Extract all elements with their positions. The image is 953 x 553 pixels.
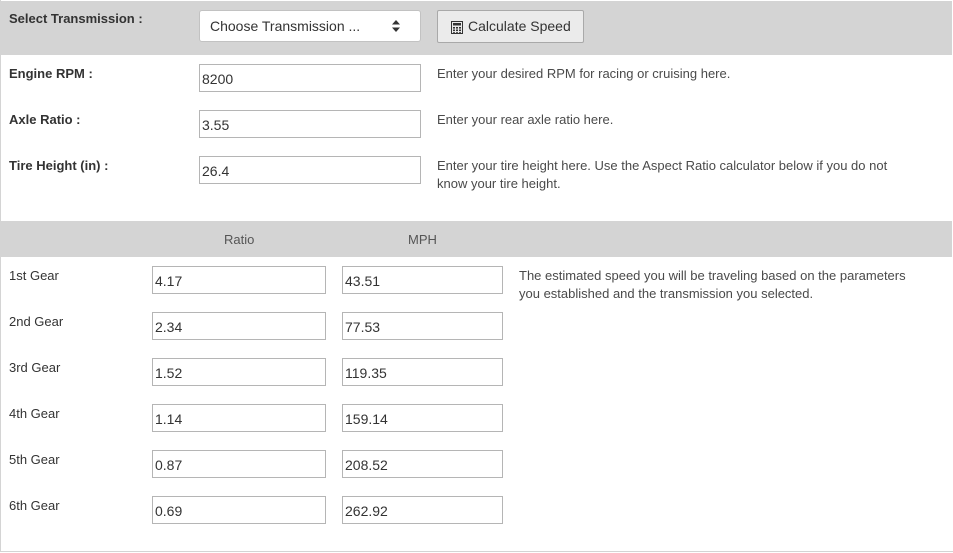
- axle-ratio-input[interactable]: [199, 110, 421, 138]
- tire-height-input[interactable]: [199, 156, 421, 184]
- gear-mph-input[interactable]: [342, 266, 503, 294]
- gear-mph-input[interactable]: [342, 496, 503, 524]
- gear-ratio-input[interactable]: [152, 496, 326, 524]
- tire-height-help-line1: Enter your tire height here. Use the Asp…: [437, 158, 888, 173]
- results-note-line2: you established and the transmission you…: [519, 286, 814, 301]
- panel-bottom-border: [0, 551, 953, 552]
- gear-mph-input[interactable]: [342, 450, 503, 478]
- calculator-icon: [451, 21, 463, 34]
- tire-height-label: Tire Height (in) :: [9, 158, 109, 173]
- select-arrows-icon: [392, 20, 400, 32]
- engine-rpm-input[interactable]: [199, 64, 421, 92]
- results-note-line1: The estimated speed you will be travelin…: [519, 268, 906, 283]
- gear-label: 4th Gear: [9, 406, 60, 421]
- transmission-select-value: Choose Transmission ...: [210, 18, 361, 34]
- calculate-speed-button[interactable]: Calculate Speed: [437, 10, 584, 43]
- gear-label: 3rd Gear: [9, 360, 61, 375]
- transmission-select[interactable]: Choose Transmission ...: [199, 10, 421, 42]
- gear-label: 1st Gear: [9, 268, 59, 283]
- gear-label: 6th Gear: [9, 498, 60, 513]
- axle-ratio-label: Axle Ratio :: [9, 112, 81, 127]
- calculate-speed-label: Calculate Speed: [468, 18, 571, 34]
- gear-label: 2nd Gear: [9, 314, 64, 329]
- gear-ratio-input[interactable]: [152, 312, 326, 340]
- gear-ratio-input[interactable]: [152, 450, 326, 478]
- gear-label: 5th Gear: [9, 452, 60, 467]
- ratio-column-header: Ratio: [224, 232, 255, 247]
- engine-rpm-label: Engine RPM :: [9, 66, 93, 81]
- gear-ratio-input[interactable]: [152, 266, 326, 294]
- gear-mph-input[interactable]: [342, 312, 503, 340]
- select-transmission-label: Select Transmission :: [9, 11, 143, 26]
- mph-column-header: MPH: [408, 232, 437, 247]
- engine-rpm-help: Enter your desired RPM for racing or cru…: [437, 66, 731, 81]
- axle-ratio-help: Enter your rear axle ratio here.: [437, 112, 614, 127]
- gear-mph-input[interactable]: [342, 404, 503, 432]
- gear-ratio-input[interactable]: [152, 358, 326, 386]
- gear-ratio-input[interactable]: [152, 404, 326, 432]
- tire-height-help-line2: know your tire height.: [437, 176, 561, 191]
- gear-mph-input[interactable]: [342, 358, 503, 386]
- results-header-band: [1, 221, 952, 257]
